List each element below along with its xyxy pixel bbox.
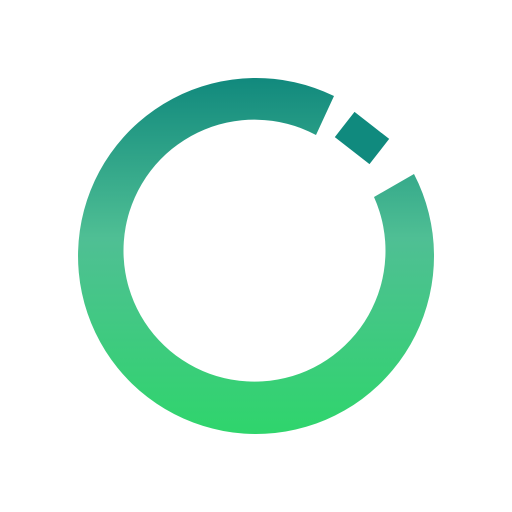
ring-arc [78,78,435,435]
app-icon-canvas [0,0,512,512]
ring-logo-icon [78,78,435,435]
accent-square [334,111,390,165]
